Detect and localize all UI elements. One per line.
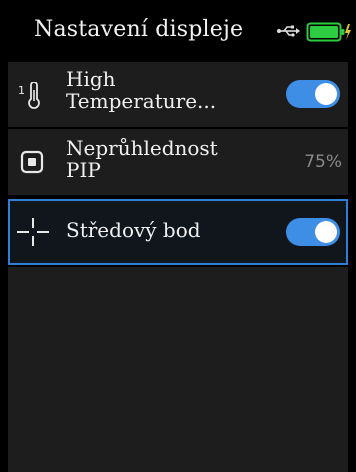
setting-row-pip-opacity[interactable]: Neprůhlednost PIP 75% bbox=[8, 129, 348, 195]
setting-label: Středový bod bbox=[66, 218, 201, 242]
empty-list-area bbox=[8, 267, 348, 472]
page-title: Nastavení displeje bbox=[34, 17, 244, 42]
setting-label: Neprůhlednost PIP bbox=[66, 136, 218, 182]
svg-text:1: 1 bbox=[18, 84, 25, 97]
toggle-knob bbox=[315, 221, 337, 243]
battery-charging-icon bbox=[306, 22, 351, 42]
center-point-toggle[interactable] bbox=[286, 218, 340, 246]
crosshair-icon bbox=[17, 218, 49, 246]
thermometer-icon: 1 bbox=[18, 82, 40, 109]
usb-icon bbox=[277, 25, 300, 37]
setting-label: High Temperature... bbox=[66, 67, 217, 113]
pip-icon bbox=[20, 150, 44, 174]
display-settings-screen: Nastavení displeje 1 High Temperature... bbox=[0, 0, 356, 472]
pip-opacity-value[interactable]: 75% bbox=[304, 152, 342, 172]
high-temperature-toggle[interactable] bbox=[286, 80, 340, 108]
header: Nastavení displeje bbox=[0, 0, 356, 62]
setting-row-high-temperature[interactable]: 1 High Temperature... bbox=[8, 62, 348, 127]
setting-row-center-point[interactable]: Středový bod bbox=[8, 199, 348, 265]
toggle-knob bbox=[315, 83, 337, 105]
